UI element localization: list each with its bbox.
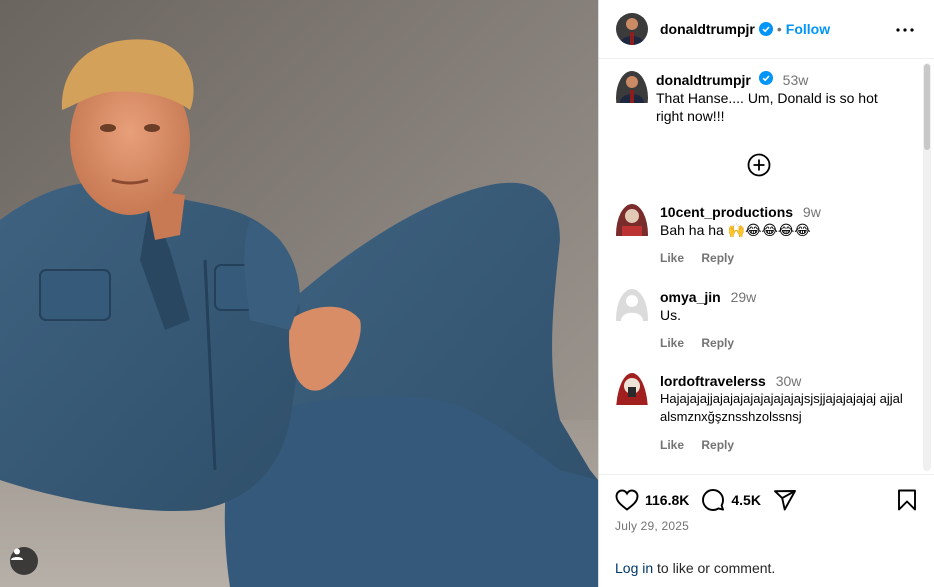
share-icon [774,490,796,511]
default-avatar-icon [616,289,648,321]
comment-text: Hajajajajjajajajajajajajajajsjsjjajajaja… [660,391,903,424]
comment-text: Bah ha ha 🙌😂😂😂😂 [660,222,811,238]
comment-button[interactable]: 4.5K [701,488,761,512]
comment-time: 9w [802,204,821,220]
commenter-avatar-image [616,373,648,405]
comment-like-button[interactable]: Like [660,336,684,350]
post-image-illustration [0,0,598,587]
comment-text: Us. [660,307,681,323]
login-prompt: Log in to like or comment. [615,560,775,576]
bookmark-icon [898,489,916,511]
comment-like-button[interactable]: Like [660,438,684,452]
comment-reply-button[interactable]: Reply [701,336,734,350]
commenter-username[interactable]: 10cent_productions [660,204,793,220]
likes-count[interactable]: 116.8K [645,492,689,508]
author-username[interactable]: donaldtrumpjr [660,21,755,37]
comment-item: 10cent_productions 9w Bah ha ha 🙌😂😂😂😂 Li… [616,204,910,265]
author-avatar-image [616,13,648,45]
post-actions: 116.8K 4.5K July 29, 2025 Log in to like… [599,474,934,587]
like-button[interactable]: 116.8K [615,489,689,511]
comment-item: omya_jin 29w Us. Like Reply [616,289,910,350]
comment-time: 29w [730,289,757,305]
user-tag-icon [11,548,23,560]
commenter-avatar[interactable] [616,289,648,350]
post-header: donaldtrumpjr • Follow [599,0,934,59]
commenter-avatar[interactable] [616,204,648,265]
comment-like-button[interactable]: Like [660,251,684,265]
load-more-comments-icon[interactable] [747,153,771,177]
post-caption: donaldtrumpjr 53w That Hanse.... Um, Don… [616,71,896,125]
caption-username[interactable]: donaldtrumpjr [656,72,751,88]
scrollbar-thumb[interactable] [924,64,930,150]
post-side-panel: donaldtrumpjr • Follow donaldtrumpjr 53w… [598,0,934,587]
comment-reply-button[interactable]: Reply [701,251,734,265]
commenter-username[interactable]: omya_jin [660,289,721,305]
follow-button[interactable]: Follow [786,21,830,37]
login-prompt-text: to like or comment. [653,560,776,576]
comment-time: 30w [775,373,802,389]
caption-avatar[interactable] [616,71,648,125]
comment-item: lordoftravelerss 30w Hajajajajjajajajaja… [616,373,910,452]
post-date[interactable]: July 29, 2025 [615,519,689,533]
comment-icon [702,489,725,511]
commenter-avatar-image [616,204,648,236]
separator-dot: • [776,21,782,37]
verified-badge-icon [758,22,773,36]
comment-reply-button[interactable]: Reply [701,438,734,452]
post-image [0,0,598,587]
comments-list[interactable]: donaldtrumpjr 53w That Hanse.... Um, Don… [599,60,934,473]
more-options-icon[interactable] [893,18,917,42]
caption-text: That Hanse.... Um, Donald is so hot righ… [656,90,878,124]
commenter-avatar[interactable] [616,373,648,452]
login-link[interactable]: Log in [615,560,653,576]
heart-icon [615,489,639,511]
verified-badge-icon [758,71,773,85]
caption-time: 53w [782,72,809,88]
comments-scrollbar[interactable] [923,63,931,471]
comments-count[interactable]: 4.5K [731,492,761,508]
author-avatar[interactable] [616,13,648,45]
commenter-username[interactable]: lordoftravelerss [660,373,766,389]
user-tag-button[interactable] [10,547,38,575]
caption-avatar-image [616,71,648,103]
save-button[interactable] [897,489,917,514]
share-button[interactable] [773,488,797,512]
